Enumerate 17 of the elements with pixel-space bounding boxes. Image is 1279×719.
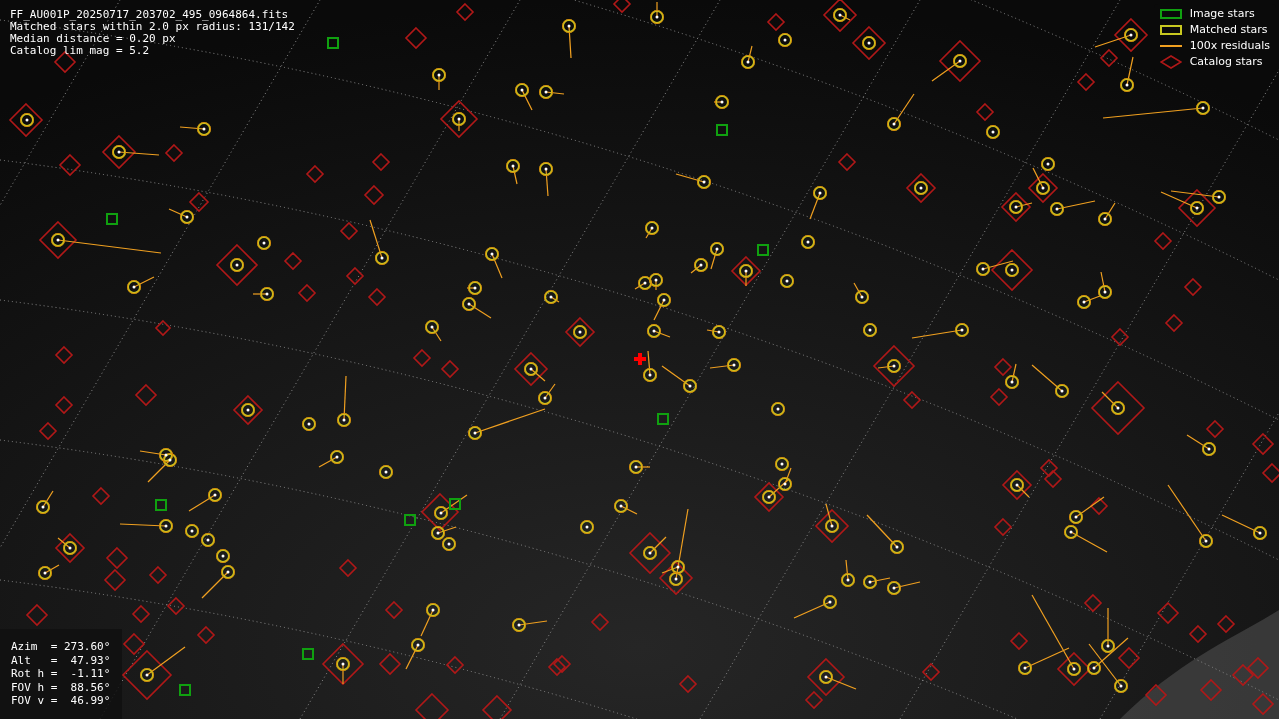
info-text: Median distance = 0.20 px bbox=[10, 33, 177, 45]
diamond-marker-icon bbox=[1159, 55, 1182, 69]
square-marker-icon bbox=[1159, 25, 1182, 35]
pointing-text: FOV v = 46.99° bbox=[11, 694, 111, 708]
info-text: FF_AU001P_20250717_203702_495_0964864.fits bbox=[10, 9, 290, 21]
info-text: Matched stars within 2.0 px radius: 131/142 bbox=[10, 21, 295, 33]
pointing-text: FOV h = 88.56° bbox=[11, 680, 111, 694]
legend-label: 100x residuals bbox=[1189, 37, 1270, 54]
legend-label: Image stars bbox=[1189, 5, 1255, 22]
line-marker-icon bbox=[1159, 45, 1182, 47]
legend-label: Catalog stars bbox=[1189, 53, 1263, 70]
info-text: Catalog lim mag = 5.2 bbox=[10, 45, 151, 57]
pointing-text: Azim = 273.60° bbox=[11, 640, 111, 654]
square-marker-icon bbox=[1159, 9, 1182, 19]
legend-label: Matched stars bbox=[1189, 21, 1268, 38]
pointing-text: Alt = 47.93° bbox=[11, 653, 111, 667]
pointing-text: Rot h = -1.11° bbox=[11, 667, 111, 681]
